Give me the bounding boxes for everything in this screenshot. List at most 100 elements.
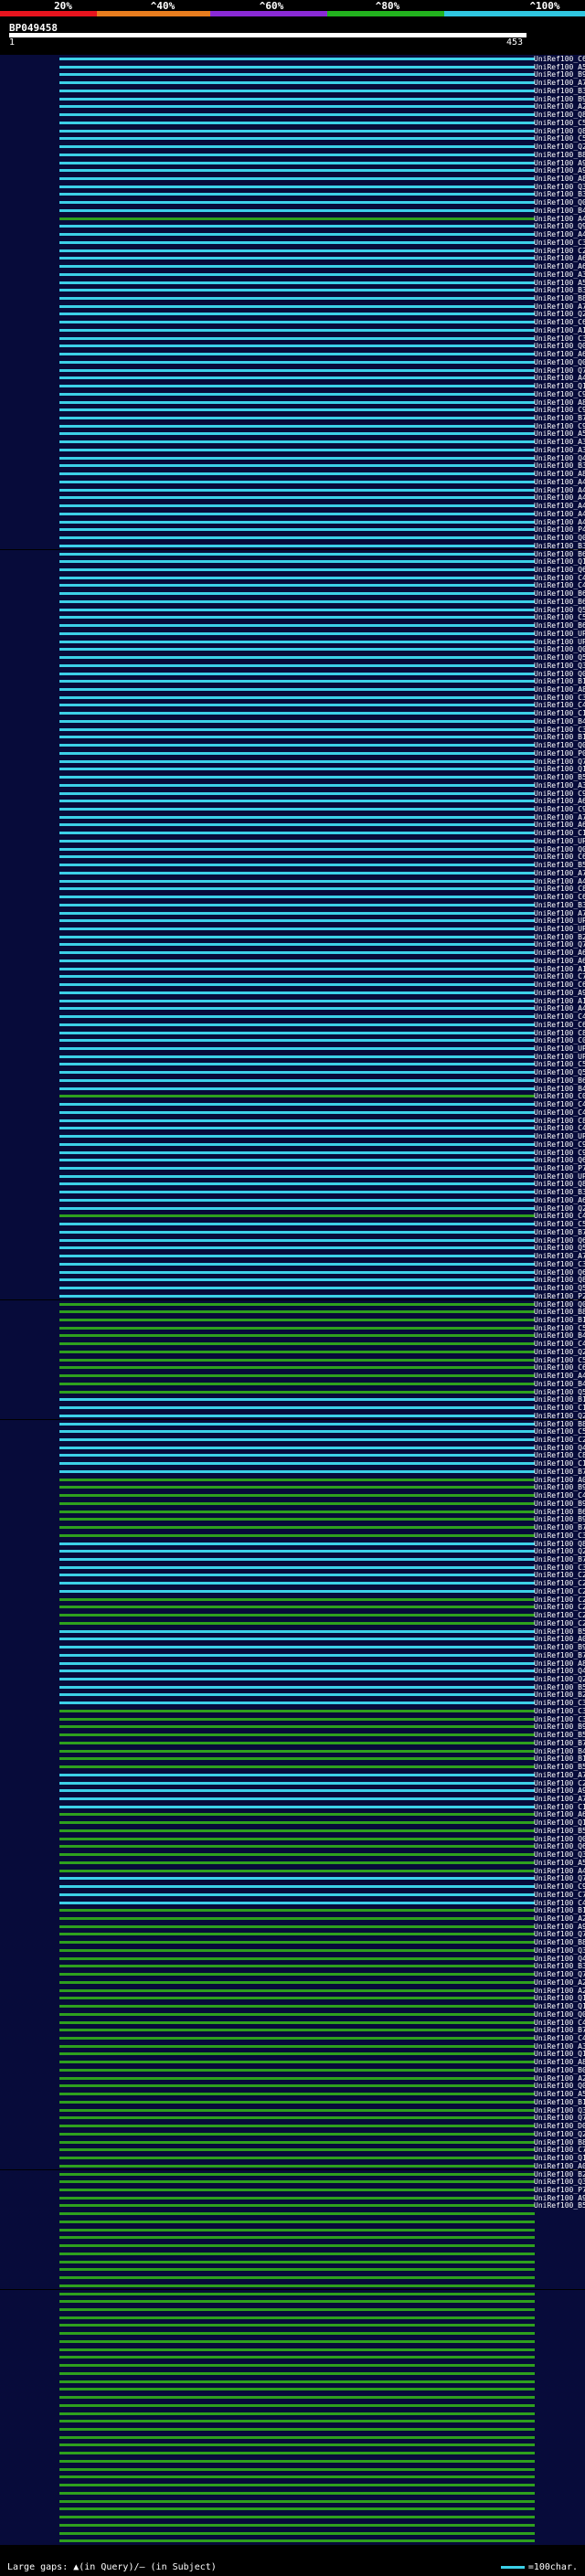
hit-accession-link[interactable]: UniRef100_C9QWF7 bbox=[534, 805, 585, 813]
hit-row[interactable]: UniRef100_C5K2E4 bbox=[0, 613, 585, 621]
hit-row[interactable]: UniRef100_C3T2L7 bbox=[0, 725, 585, 734]
hit-row[interactable]: UniRef100_C9QWF7 bbox=[0, 804, 585, 813]
hit-row[interactable] bbox=[0, 2313, 585, 2322]
hit-row[interactable]: UniRef100_B1LLL7 bbox=[0, 677, 585, 685]
hit-accession-link[interactable]: UniRef100_B6QBZ7 bbox=[534, 621, 585, 630]
hit-row[interactable]: UniRef100_Q2B615 bbox=[0, 310, 585, 318]
hit-accession-link[interactable]: UniRef100_C5XZ50 bbox=[534, 134, 585, 143]
hit-row[interactable]: UniRef100_Q3MSU4 bbox=[0, 1850, 585, 1859]
hit-row[interactable]: UniRef100_C1YT81 bbox=[0, 1404, 585, 1412]
hit-row[interactable]: UniRef100_B3G3E6 bbox=[0, 900, 585, 909]
hit-row[interactable]: UniRef100_B1EJL6 bbox=[0, 733, 585, 741]
hit-row[interactable]: UniRef100_A7NBP5 bbox=[0, 1770, 585, 1779]
hit-accession-link[interactable]: UniRef100_A6FHU5 bbox=[534, 797, 585, 805]
hit-row[interactable]: UniRef100_C5XZ50 bbox=[0, 134, 585, 143]
hit-row[interactable]: UniRef100_B4WNU9 bbox=[0, 1746, 585, 1755]
hit-row[interactable]: UniRef100_A5L2K9 bbox=[0, 429, 585, 438]
hit-accession-link[interactable]: UniRef100_C4T5X2 bbox=[534, 1100, 585, 1108]
hit-row[interactable]: UniRef100_C5PW75 bbox=[0, 1323, 585, 1332]
hit-accession-link[interactable]: UniRef100_A7K6G6 bbox=[534, 302, 585, 311]
hit-row[interactable]: UniRef100_A4NWB1 bbox=[0, 477, 585, 486]
hit-row[interactable]: UniRef100_A4WEP7 bbox=[0, 876, 585, 885]
hit-accession-link[interactable]: UniRef100_Q1UJZ8 bbox=[534, 1818, 585, 1827]
hit-row[interactable]: UniRef100_C4CJM0 bbox=[0, 1108, 585, 1117]
hit-row[interactable]: UniRef100_Q0VDY1 bbox=[0, 645, 585, 653]
hit-row[interactable]: UniRef100_A5B5N4 bbox=[0, 62, 585, 71]
hit-accession-link[interactable]: UniRef100_Q6MC8L bbox=[534, 1156, 585, 1164]
hit-accession-link[interactable]: UniRef100_A4TPW6 bbox=[534, 1004, 585, 1012]
hit-accession-link[interactable]: UniRef100_C6DBP4 bbox=[534, 853, 585, 861]
hit-accession-link[interactable]: UniRef100_B7K9T2 bbox=[534, 2026, 585, 2034]
hit-accession-link[interactable]: UniRef100_A6CH77 bbox=[534, 1810, 585, 1818]
hit-row[interactable]: UniRef100_Q0CLV5 bbox=[0, 741, 585, 749]
hit-row[interactable]: UniRef100_B9J2F4 bbox=[0, 1723, 585, 1731]
hit-accession-link[interactable]: UniRef100_Q5WH48 bbox=[534, 1388, 585, 1396]
hit-row[interactable] bbox=[0, 2274, 585, 2282]
hit-row[interactable] bbox=[0, 2441, 585, 2450]
hit-accession-link[interactable]: UniRef100_A0ZE92 bbox=[534, 1476, 585, 1484]
hit-accession-link[interactable]: UniRef100_C5BMM5 bbox=[534, 1060, 585, 1068]
hit-row[interactable]: UniRef100_C0AU19 bbox=[0, 1036, 585, 1044]
hit-accession-link[interactable]: UniRef100_A4R173 bbox=[534, 215, 585, 223]
hit-row[interactable]: UniRef100_A6Y8S0 bbox=[0, 821, 585, 829]
hit-accession-link[interactable]: UniRef100_Q2JWV3 bbox=[534, 1412, 585, 1420]
hit-accession-link[interactable]: UniRef100_A6LSC4 bbox=[534, 957, 585, 965]
hit-accession-link[interactable]: UniRef100_B8HW55 bbox=[534, 2138, 585, 2147]
hit-row[interactable]: UniRef100_C5QR52 bbox=[0, 1427, 585, 1436]
hit-accession-link[interactable]: UniRef100_B9X8V5 bbox=[534, 1643, 585, 1651]
hit-row[interactable]: UniRef100_A5UFB4 bbox=[0, 1858, 585, 1867]
hit-accession-link[interactable]: UniRef100_C3W7V5 bbox=[534, 1699, 585, 1707]
hit-accession-link[interactable]: UniRef100_A7MHU6 bbox=[534, 869, 585, 877]
hit-row[interactable] bbox=[0, 2242, 585, 2250]
hit-row[interactable]: UniRef100_C1M7V5 bbox=[0, 709, 585, 717]
hit-accession-link[interactable]: UniRef100_P0AB01 bbox=[534, 749, 585, 758]
hit-accession-link[interactable]: UniRef100_Q0VDY1 bbox=[534, 645, 585, 653]
hit-row[interactable]: UniRef100_B3EG70 bbox=[0, 190, 585, 198]
hit-row[interactable]: UniRef100_B8HW55 bbox=[0, 2137, 585, 2147]
hit-row[interactable] bbox=[0, 2257, 585, 2266]
hit-row[interactable] bbox=[0, 2409, 585, 2418]
hit-accession-link[interactable]: UniRef100_B7DN46 bbox=[534, 1228, 585, 1236]
hit-row[interactable]: UniRef100_B4W8U9 bbox=[0, 1331, 585, 1340]
hit-row[interactable]: UniRef100_A9XFN6 bbox=[0, 988, 585, 997]
hit-accession-link[interactable]: UniRef100_B1LLL7 bbox=[534, 677, 585, 685]
hit-accession-link[interactable]: UniRef100_C1BHY1 bbox=[534, 1459, 585, 1468]
hit-accession-link[interactable]: UniRef100_C3W982 bbox=[534, 1715, 585, 1723]
hit-accession-link[interactable]: UniRef100_C2VIF3 bbox=[534, 1587, 585, 1595]
hit-accession-link[interactable]: UniRef100_Q7MJU0 bbox=[534, 1874, 585, 1882]
hit-accession-link[interactable]: UniRef100_A4TB60 bbox=[534, 1867, 585, 1875]
hit-row[interactable]: UniRef100_C2SRW3 bbox=[0, 1603, 585, 1611]
hit-row[interactable] bbox=[0, 2369, 585, 2378]
hit-row[interactable]: UniRef100_C4L961 bbox=[0, 581, 585, 589]
hit-row[interactable]: UniRef100_C9PS61 bbox=[0, 789, 585, 798]
hit-row[interactable]: UniRef100_C4UBE8 bbox=[0, 701, 585, 709]
hit-row[interactable] bbox=[0, 2465, 585, 2474]
hit-row[interactable]: UniRef100_A1B176 bbox=[0, 325, 585, 334]
hit-row[interactable]: UniRef100_C3ABQ2 bbox=[0, 1706, 585, 1715]
hit-row[interactable]: UniRef100_A5GJ96 bbox=[0, 2090, 585, 2098]
hit-row[interactable] bbox=[0, 2305, 585, 2314]
hit-row[interactable]: UniRef100_A6Q229 bbox=[0, 262, 585, 270]
hit-accession-link[interactable]: UniRef100_Q7MTY1 bbox=[534, 758, 585, 766]
hit-row[interactable]: UniRef100_A6CH77 bbox=[0, 1810, 585, 1818]
hit-row[interactable]: UniRef100_Q07UC9 bbox=[0, 342, 585, 350]
hit-accession-link[interactable]: UniRef100_B3GKZ3 bbox=[534, 542, 585, 550]
hit-row[interactable]: UniRef100_Q49W68 bbox=[0, 1667, 585, 1675]
hit-row[interactable]: UniRef100_B9CTW4 bbox=[0, 1499, 585, 1508]
hit-row[interactable] bbox=[0, 2265, 585, 2274]
hit-accession-link[interactable]: UniRef100_Q3MSU4 bbox=[534, 1850, 585, 1859]
hit-accession-link[interactable]: UniRef100_Q0I12b bbox=[534, 534, 585, 542]
hit-accession-link[interactable]: UniRef100_B2J0V0 bbox=[534, 2170, 585, 2178]
hit-accession-link[interactable]: UniRef100_A0YLZ1 bbox=[534, 2162, 585, 2170]
hit-accession-link[interactable]: UniRef100_C2SRW3 bbox=[534, 1603, 585, 1611]
hit-row[interactable]: UniRef100_A3N3C0 bbox=[0, 780, 585, 790]
hit-accession-link[interactable]: UniRef100_Q4C678 bbox=[534, 1955, 585, 1963]
hit-row[interactable] bbox=[0, 2385, 585, 2394]
hit-row[interactable]: UniRef100_C2U219 bbox=[0, 1611, 585, 1619]
hit-row[interactable]: UniRef100_A4S057 bbox=[0, 230, 585, 239]
hit-row[interactable] bbox=[0, 2520, 585, 2529]
hit-accession-link[interactable]: UniRef100_Q6GH67 bbox=[534, 1236, 585, 1245]
hit-row[interactable]: UniRef100_C9PFT4 bbox=[0, 1140, 585, 1149]
hit-accession-link[interactable]: UniRef100_B6UUD0 bbox=[534, 1508, 585, 1516]
hit-row[interactable]: UniRef100_Q2JWV3 bbox=[0, 1411, 585, 1420]
